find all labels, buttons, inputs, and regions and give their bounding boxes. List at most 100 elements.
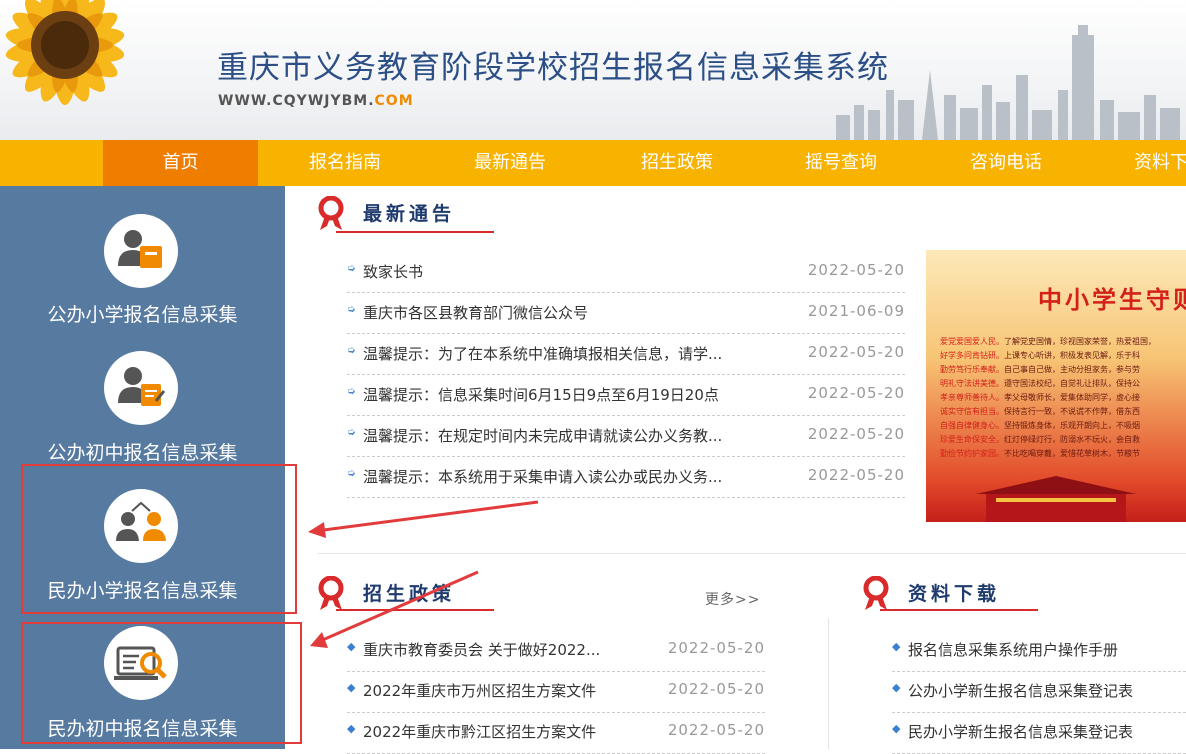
notices-title: 最新通告 [363, 203, 456, 225]
banner-line-text: 自己事自己做，主动分担家务，参与劳 [1004, 365, 1140, 374]
public-primary-icon[interactable] [104, 214, 178, 288]
banner-line-lead: 明礼守法讲美德。 [940, 379, 1004, 388]
banner-line: 明礼守法讲美德。遵守国法校纪，自觉礼让排队，保持公 [940, 380, 1140, 388]
download-text[interactable]: 报名信息采集系统用户操作手册 [908, 639, 1118, 660]
banner-line-text: 坚持锻炼身体，乐观开朗向上，不吸烟 [1004, 421, 1140, 430]
notice-date: 2022-05-20 [807, 466, 905, 484]
nav-item-hotline[interactable]: 咨询电话 [951, 140, 1061, 186]
list-item[interactable]: ◆ 报名信息采集系统用户操作手册 [892, 630, 1186, 672]
banner-title: 中小学生守则 [1038, 286, 1186, 314]
policy-text[interactable]: 2022年重庆市万州区招生方案文件 [363, 680, 596, 701]
list-item[interactable]: ➭ 温馨提示：为了在本系统中准确填报相关信息，请学... 2022-05-20 [347, 333, 905, 375]
banner-line-text: 保持言行一致，不说谎不作弊，借东西 [1004, 407, 1140, 416]
notice-date: 2022-05-20 [807, 343, 905, 361]
highlight-box [21, 622, 302, 744]
list-item[interactable]: ◆ 2022年重庆市黔江区招生方案文件 2022-05-20 [347, 712, 765, 754]
banner-line: 好学多问肯钻研。上课专心听讲，积极发表见解，乐于科 [940, 352, 1140, 360]
public-junior-icon[interactable] [104, 351, 178, 425]
column-divider [828, 618, 829, 749]
banner-line-text: 不比吃喝穿戴，爱惜花草树木，节粮节 [1004, 449, 1140, 458]
bullet-icon: ◆ [892, 722, 901, 735]
policy-more-link[interactable]: 更多>> [705, 589, 760, 609]
student-code-banner[interactable]: 中小学生守则 爱党爱国爱人民。了解党史国情，珍视国家荣誉，热爱祖国， 好学多问肯… [926, 250, 1186, 522]
tiananmen-graphic-icon [976, 476, 1136, 522]
banner-line-lead: 诚实守信有担当。 [940, 407, 1004, 416]
bullet-icon: ◆ [347, 681, 356, 694]
notice-date: 2022-05-20 [807, 425, 905, 443]
site-title: 重庆市义务教育阶段学校招生报名信息采集系统 [217, 50, 889, 86]
notice-text[interactable]: 温馨提示：本系统用于采集申请入读公办或民办义务... [363, 466, 722, 487]
annotation-arrow-icon [308, 500, 539, 648]
notice-date: 2022-05-20 [807, 261, 905, 279]
banner-line: 勤俭节约护家园。不比吃喝穿戴，爱惜花草树木，节粮节 [940, 450, 1140, 458]
list-item[interactable]: ◆ 公办小学新生报名信息采集登记表 [892, 671, 1186, 713]
site-url-suffix: COM [374, 93, 414, 109]
policy-date: 2022-05-20 [667, 721, 765, 739]
banner-line-text: 上课专心听讲，积极发表见解，乐于科 [1004, 351, 1140, 360]
policy-date: 2022-05-20 [667, 680, 765, 698]
list-item[interactable]: ◆ 2022年重庆市万州区招生方案文件 2022-05-20 [347, 671, 765, 713]
banner-line-text: 孝父母敬师长，爱集体助同学，虚心接 [1004, 393, 1140, 402]
list-item[interactable]: ➭ 温馨提示：在规定时间内未完成申请就读公办义务教... 2022-05-20 [347, 415, 905, 457]
section-underline [336, 231, 494, 233]
nav-item-policy[interactable]: 招生政策 [622, 140, 732, 186]
banner-line-lead: 自强自律健身心。 [940, 421, 1004, 430]
notice-text[interactable]: 温馨提示：信息采集时间6月15日9点至6月19日20点 [363, 384, 719, 405]
nav-item-notices[interactable]: 最新通告 [455, 140, 565, 186]
list-item[interactable]: ◆ 民办小学新生报名信息采集登记表 [892, 712, 1186, 754]
banner-line-lead: 好学多问肯钻研。 [940, 351, 1004, 360]
banner-line-lead: 孝亲尊师善待人。 [940, 393, 1004, 402]
nav-item-home[interactable]: 首页 [103, 140, 258, 186]
list-item[interactable]: ➭ 致家长书 2022-05-20 [347, 251, 905, 293]
banner-line: 珍爱生命保安全。红灯停绿灯行，防溺水不玩火，会自救 [940, 436, 1140, 444]
bullet-icon: ◆ [892, 640, 901, 653]
double-arrow-icon: ➭ [347, 427, 356, 438]
notice-text[interactable]: 温馨提示：在规定时间内未完成申请就读公办义务教... [363, 425, 722, 446]
banner-line-text: 了解党史国情，珍视国家荣誉，热爱祖国， [1004, 337, 1156, 346]
notice-text[interactable]: 致家长书 [363, 261, 423, 282]
main-nav: 首页 报名指南 最新通告 招生政策 摇号查询 咨询电话 资料下 [0, 140, 1186, 186]
banner-line-lead: 珍爱生命保安全。 [940, 435, 1004, 444]
notice-date: 2022-05-20 [807, 384, 905, 402]
double-arrow-icon: ➭ [347, 345, 356, 356]
notice-text[interactable]: 温馨提示：为了在本系统中准确填报相关信息，请学... [363, 343, 722, 364]
double-arrow-icon: ➭ [347, 304, 356, 315]
banner-line: 自强自律健身心。坚持锻炼身体，乐观开朗向上，不吸烟 [940, 422, 1140, 430]
banner-line-lead: 勤俭节约护家园。 [940, 449, 1004, 458]
double-arrow-icon: ➭ [347, 263, 356, 274]
ribbon-icon [318, 196, 344, 230]
section-underline [880, 609, 1038, 611]
policy-date: 2022-05-20 [667, 639, 765, 657]
site-url: WWW.CQYWJYBM.COM [218, 93, 414, 109]
banner-line-text: 遵守国法校纪，自觉礼让排队，保持公 [1004, 379, 1140, 388]
policy-text[interactable]: 2022年重庆市黔江区招生方案文件 [363, 721, 596, 742]
notice-text[interactable]: 重庆市各区县教育部门微信公众号 [363, 302, 588, 323]
banner-line-lead: 勤劳笃行乐奉献。 [940, 365, 1004, 374]
ribbon-icon [863, 576, 889, 610]
download-text[interactable]: 民办小学新生报名信息采集登记表 [908, 721, 1133, 742]
banner-line-lead: 爱党爱国爱人民。 [940, 337, 1004, 346]
banner-line-text: 红灯停绿灯行，防溺水不玩火，会自救 [1004, 435, 1140, 444]
city-skyline-icon [836, 25, 1180, 140]
banner-line: 诚实守信有担当。保持言行一致，不说谎不作弊，借东西 [940, 408, 1140, 416]
site-header: 重庆市义务教育阶段学校招生报名信息采集系统 WWW.CQYWJYBM.COM [0, 0, 1186, 140]
nav-item-downloads[interactable]: 资料下 [1118, 140, 1186, 186]
site-url-prefix: WWW.CQYWJYBM. [218, 93, 375, 109]
list-item[interactable]: ➭ 重庆市各区县教育部门微信公众号 2021-06-09 [347, 292, 905, 334]
banner-line: 爱党爱国爱人民。了解党史国情，珍视国家荣誉，热爱祖国， [940, 338, 1156, 346]
banner-line: 孝亲尊师善待人。孝父母敬师长，爱集体助同学，虚心接 [940, 394, 1140, 402]
download-text[interactable]: 公办小学新生报名信息采集登记表 [908, 680, 1133, 701]
list-item[interactable]: ➭ 温馨提示：信息采集时间6月15日9点至6月19日20点 2022-05-20 [347, 374, 905, 416]
highlight-box [21, 464, 297, 614]
notice-date: 2021-06-09 [807, 302, 905, 320]
bullet-icon: ◆ [892, 681, 901, 694]
bullet-icon: ◆ [347, 722, 356, 735]
sidebar-item-public-junior[interactable]: 公办初中报名信息采集 [0, 438, 285, 465]
downloads-title: 资料下载 [908, 583, 1001, 605]
sidebar-item-public-primary[interactable]: 公办小学报名信息采集 [0, 300, 285, 327]
double-arrow-icon: ➭ [347, 468, 356, 479]
nav-item-guide[interactable]: 报名指南 [290, 140, 400, 186]
nav-item-lottery[interactable]: 摇号查询 [786, 140, 896, 186]
sunflower-logo-icon [5, 0, 125, 105]
banner-line: 勤劳笃行乐奉献。自己事自己做，主动分担家务，参与劳 [940, 366, 1140, 374]
